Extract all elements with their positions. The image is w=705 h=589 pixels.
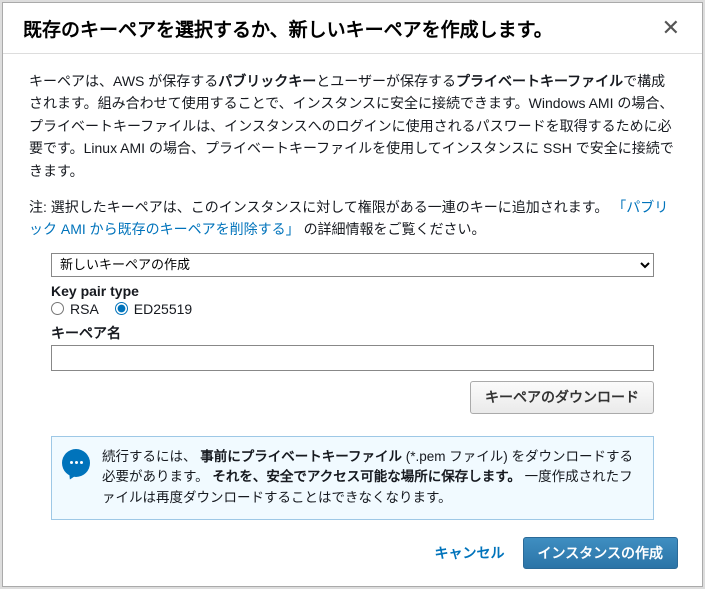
modal-footer: キャンセル インスタンスの作成 (3, 522, 702, 586)
radio-rsa[interactable] (51, 302, 64, 315)
keypair-modal: 既存のキーペアを選択するか、新しいキーペアを作成します。 ✕ キーペアは、AWS… (2, 2, 703, 587)
kp-type-label: Key pair type (51, 283, 654, 299)
cancel-button[interactable]: キャンセル (423, 536, 517, 570)
download-keypair-button[interactable]: キーペアのダウンロード (470, 381, 654, 414)
close-icon[interactable]: ✕ (656, 13, 686, 43)
description-text: キーペアは、AWS が保存するパブリックキーとユーザーが保存するプライベートキー… (29, 70, 676, 182)
launch-instance-button[interactable]: インスタンスの作成 (523, 537, 678, 570)
keypair-mode-select[interactable]: 新しいキーペアの作成 (51, 253, 654, 277)
speech-bubble-icon (62, 449, 90, 477)
info-text: 続行するには、 事前にプライベートキーファイル (*.pem ファイル) をダウ… (102, 447, 639, 510)
radio-ed25519[interactable] (115, 302, 128, 315)
modal-body: キーペアは、AWS が保存するパブリックキーとユーザーが保存するプライベートキー… (3, 54, 702, 522)
kp-name-input[interactable] (51, 345, 654, 371)
form-area: 新しいキーペアの作成 Key pair type RSA ED25519 キーペ… (29, 253, 676, 521)
radio-ed25519-label[interactable]: ED25519 (134, 301, 192, 317)
kp-type-radio-group: RSA ED25519 (51, 301, 654, 317)
note-text: 注: 選択したキーペアは、このインスタンスに対して権限がある一連のキーに追加され… (29, 196, 676, 241)
kp-name-label: キーペア名 (51, 323, 654, 343)
modal-header: 既存のキーペアを選択するか、新しいキーペアを作成します。 ✕ (3, 3, 702, 54)
modal-title: 既存のキーペアを選択するか、新しいキーペアを作成します。 (23, 15, 656, 42)
info-box: 続行するには、 事前にプライベートキーファイル (*.pem ファイル) をダウ… (51, 436, 654, 521)
radio-rsa-label[interactable]: RSA (70, 301, 99, 317)
